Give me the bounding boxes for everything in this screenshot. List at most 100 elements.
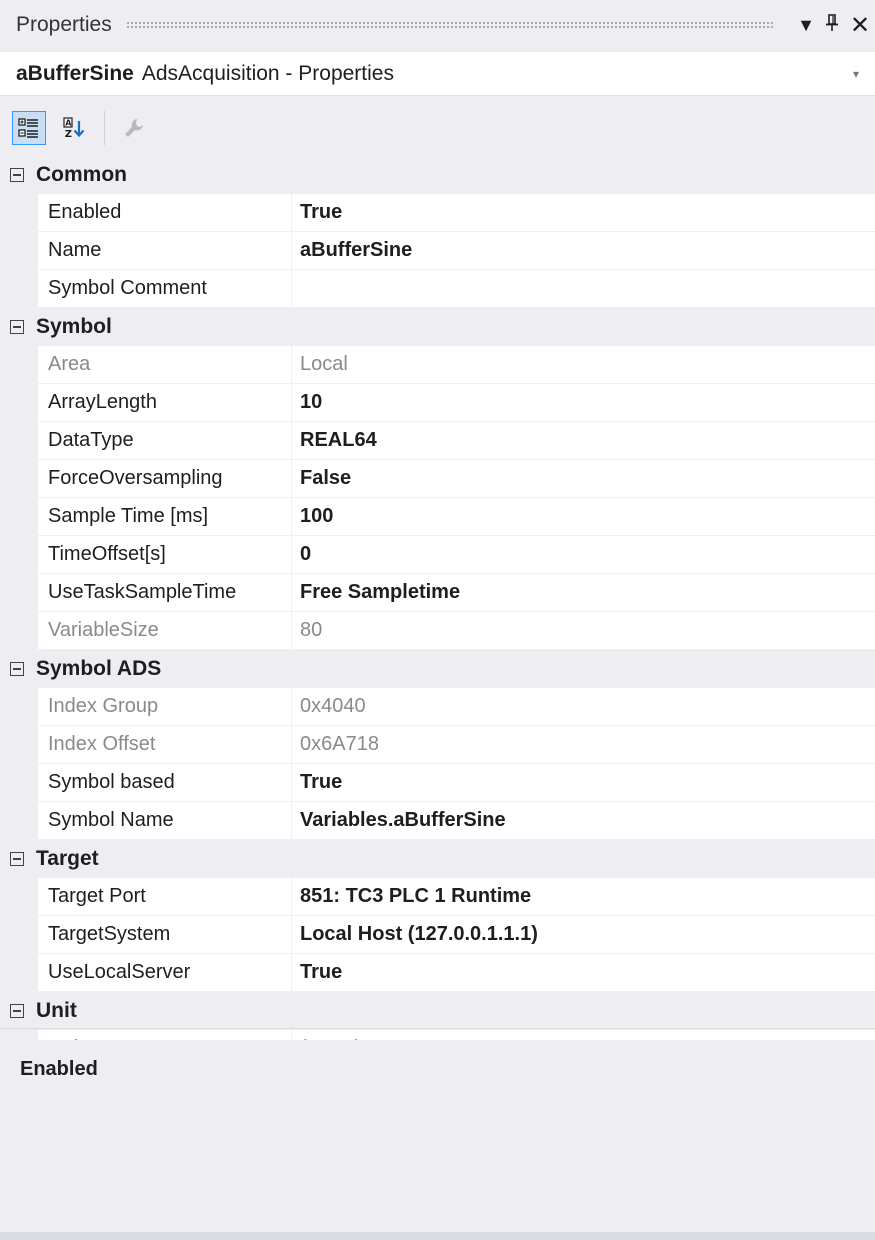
panel-title: Properties: [16, 13, 112, 36]
property-value[interactable]: True: [292, 194, 875, 232]
property-value[interactable]: True: [292, 954, 875, 992]
object-name: aBufferSine: [16, 61, 134, 85]
object-selector[interactable]: aBufferSine AdsAcquisition - Properties …: [0, 52, 875, 96]
property-name[interactable]: ArrayLength: [38, 384, 292, 422]
category-header[interactable]: Unit: [0, 992, 875, 1030]
property-name[interactable]: Index Group: [38, 688, 292, 726]
category-header[interactable]: Common: [0, 156, 875, 194]
description-pane: Enabled: [0, 1040, 875, 1230]
property-value[interactable]: aBufferSine: [292, 232, 875, 270]
property-row[interactable]: Symbol Name Variables.aBufferSine: [0, 802, 875, 840]
property-name[interactable]: UseTaskSampleTime: [38, 574, 292, 612]
property-name[interactable]: Index Offset: [38, 726, 292, 764]
row-gutter: [0, 802, 38, 840]
row-gutter: [0, 764, 38, 802]
row-gutter: [0, 954, 38, 992]
property-value[interactable]: False: [292, 460, 875, 498]
property-name[interactable]: DataType: [38, 422, 292, 460]
category-label: Symbol ADS: [36, 657, 162, 680]
window-position-dropdown-icon[interactable]: ▼: [793, 15, 819, 36]
property-value[interactable]: True: [292, 764, 875, 802]
row-gutter: [0, 916, 38, 954]
alphabetical-button[interactable]: A Z: [58, 111, 92, 145]
property-row[interactable]: Enabled True: [0, 194, 875, 232]
property-row[interactable]: Area Local: [0, 346, 875, 384]
category-header[interactable]: Symbol: [0, 308, 875, 346]
row-gutter: [0, 460, 38, 498]
property-name[interactable]: TimeOffset[s]: [38, 536, 292, 574]
property-name[interactable]: Sample Time [ms]: [38, 498, 292, 536]
property-row[interactable]: TimeOffset[s] 0: [0, 536, 875, 574]
property-name[interactable]: Area: [38, 346, 292, 384]
toolbar-separator: [104, 111, 105, 145]
collapse-icon[interactable]: [10, 852, 24, 866]
property-row[interactable]: Symbol Comment: [0, 270, 875, 308]
property-row[interactable]: Index Offset 0x6A718: [0, 726, 875, 764]
property-row[interactable]: Sample Time [ms] 100: [0, 498, 875, 536]
close-icon[interactable]: ✕: [845, 11, 875, 40]
collapse-icon[interactable]: [10, 168, 24, 182]
property-value: 80: [292, 612, 875, 650]
category-header[interactable]: Symbol ADS: [0, 650, 875, 688]
property-value[interactable]: Local Host (127.0.0.1.1.1): [292, 916, 875, 954]
category-header[interactable]: Target: [0, 840, 875, 878]
description-title: Enabled: [20, 1058, 98, 1080]
description-splitter[interactable]: [0, 1028, 875, 1029]
row-gutter: [0, 574, 38, 612]
row-gutter: [0, 384, 38, 422]
alphabetical-sort-icon: A Z: [63, 117, 85, 139]
row-gutter: [0, 422, 38, 460]
property-name[interactable]: TargetSystem: [38, 916, 292, 954]
property-name[interactable]: Enabled: [38, 194, 292, 232]
property-row[interactable]: ForceOversampling False: [0, 460, 875, 498]
property-name[interactable]: ForceOversampling: [38, 460, 292, 498]
property-value[interactable]: REAL64: [292, 422, 875, 460]
property-value[interactable]: 10: [292, 384, 875, 422]
property-row[interactable]: DataType REAL64: [0, 422, 875, 460]
category-label: Symbol: [36, 315, 112, 338]
row-gutter: [0, 498, 38, 536]
title-grip[interactable]: [125, 21, 775, 29]
property-row[interactable]: Symbol based True: [0, 764, 875, 802]
categorized-icon: [18, 118, 38, 138]
property-row[interactable]: TargetSystem Local Host (127.0.0.1.1.1): [0, 916, 875, 954]
property-name[interactable]: Target Port: [38, 878, 292, 916]
collapse-icon[interactable]: [10, 1004, 24, 1018]
property-value[interactable]: [292, 270, 875, 308]
row-gutter: [0, 612, 38, 650]
panel-bottom-edge: [0, 1232, 875, 1240]
property-row[interactable]: UseTaskSampleTime Free Sampletime: [0, 574, 875, 612]
row-gutter: [0, 688, 38, 726]
collapse-icon[interactable]: [10, 320, 24, 334]
row-gutter: [0, 726, 38, 764]
property-name[interactable]: Symbol Name: [38, 802, 292, 840]
property-value[interactable]: Free Sampletime: [292, 574, 875, 612]
property-row[interactable]: Name aBufferSine: [0, 232, 875, 270]
property-value[interactable]: Variables.aBufferSine: [292, 802, 875, 840]
collapse-icon[interactable]: [10, 662, 24, 676]
chevron-down-icon[interactable]: ▾: [853, 67, 875, 81]
row-gutter: [0, 232, 38, 270]
property-row[interactable]: UseLocalServer True: [0, 954, 875, 992]
property-pages-button[interactable]: [117, 111, 151, 145]
property-grid: Common Enabled True Name aBufferSine Symbol C…: [0, 156, 875, 1068]
property-value[interactable]: 100: [292, 498, 875, 536]
property-name[interactable]: Symbol based: [38, 764, 292, 802]
wrench-icon: [125, 119, 143, 137]
property-name[interactable]: Symbol Comment: [38, 270, 292, 308]
property-row[interactable]: Index Group 0x4040: [0, 688, 875, 726]
row-gutter: [0, 270, 38, 308]
property-name[interactable]: UseLocalServer: [38, 954, 292, 992]
property-row[interactable]: ArrayLength 10: [0, 384, 875, 422]
property-row[interactable]: VariableSize 80: [0, 612, 875, 650]
property-row[interactable]: Target Port 851: TC3 PLC 1 Runtime: [0, 878, 875, 916]
categorized-button[interactable]: [12, 111, 46, 145]
svg-text:Z: Z: [65, 129, 72, 139]
svg-text:A: A: [65, 119, 72, 128]
property-value: 0x4040: [292, 688, 875, 726]
property-name[interactable]: Name: [38, 232, 292, 270]
pin-icon[interactable]: [819, 13, 845, 37]
property-name[interactable]: VariableSize: [38, 612, 292, 650]
property-value[interactable]: 0: [292, 536, 875, 574]
property-value[interactable]: 851: TC3 PLC 1 Runtime: [292, 878, 875, 916]
